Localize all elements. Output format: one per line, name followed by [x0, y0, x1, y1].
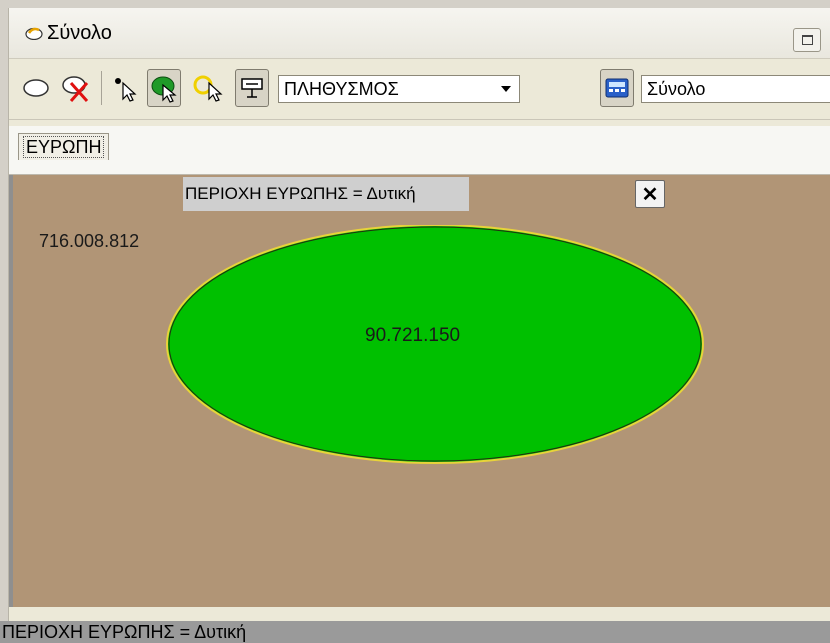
set-ellipse[interactable]: [153, 225, 713, 475]
variable-dropdown-value: ΠΛΗΘΥΣΜΟΣ: [284, 79, 399, 99]
highlight-select-button[interactable]: [193, 69, 227, 107]
region-select-icon: [151, 76, 177, 103]
tab-europe-label: ΕΥΡΩΠΗ: [23, 136, 105, 158]
app-icon: [25, 27, 43, 40]
close-filter-button[interactable]: ✕: [635, 180, 665, 208]
tab-europe[interactable]: ΕΥΡΩΠΗ: [18, 133, 110, 160]
chevron-down-icon[interactable]: [495, 78, 517, 100]
ellipse-tool-icon: [23, 79, 49, 97]
restore-button[interactable]: [793, 28, 821, 52]
aggregate-dropdown-value: Σύνολο: [647, 79, 706, 99]
set-value: 90.721.150: [365, 325, 461, 346]
presentation-icon: [241, 78, 263, 98]
highlight-select-icon: [193, 75, 223, 102]
delete-set-button[interactable]: [59, 69, 93, 107]
toolbar: ΠΛΗΘΥΣΜΟΣ Σύνολο: [9, 59, 830, 120]
ellipse-tool-button[interactable]: [19, 69, 53, 107]
point-select-button[interactable]: [109, 69, 143, 107]
venn-canvas[interactable]: ΠΕΡΙΟΧΗ ΕΥΡΩΠΗΣ = Δυτική ✕ 716.008.812 9…: [9, 175, 830, 607]
close-icon: ✕: [641, 183, 659, 206]
toolbar-separator: [101, 71, 102, 105]
tab-strip: ΕΥΡΩΠΗ: [9, 126, 830, 175]
calculator-button[interactable]: [600, 69, 634, 107]
delete-set-icon: [62, 76, 89, 102]
aggregate-dropdown[interactable]: Σύνολο: [641, 75, 830, 103]
region-select-button[interactable]: [147, 69, 181, 107]
window-title: Σύνολο: [47, 22, 112, 44]
status-bar: ΠΕΡΙΟΧΗ ΕΥΡΩΠΗΣ = Δυτική: [0, 621, 830, 643]
total-value: 716.008.812: [39, 231, 140, 251]
calculator-icon: [605, 78, 629, 98]
variable-dropdown[interactable]: ΠΛΗΘΥΣΜΟΣ: [278, 75, 520, 103]
filter-label: ΠΕΡΙΟΧΗ ΕΥΡΩΠΗΣ = Δυτική: [183, 177, 469, 211]
presentation-button[interactable]: [235, 69, 269, 107]
point-select-icon: [115, 78, 137, 102]
title-bar: Σύνολο: [9, 8, 830, 59]
app-window: Σύνολο ΠΛΗΘΥΣΜΟΣ Σύνολο ΕΥΡΩΠΗ ΠΕΡΙΟΧΗ Ε…: [8, 8, 830, 621]
